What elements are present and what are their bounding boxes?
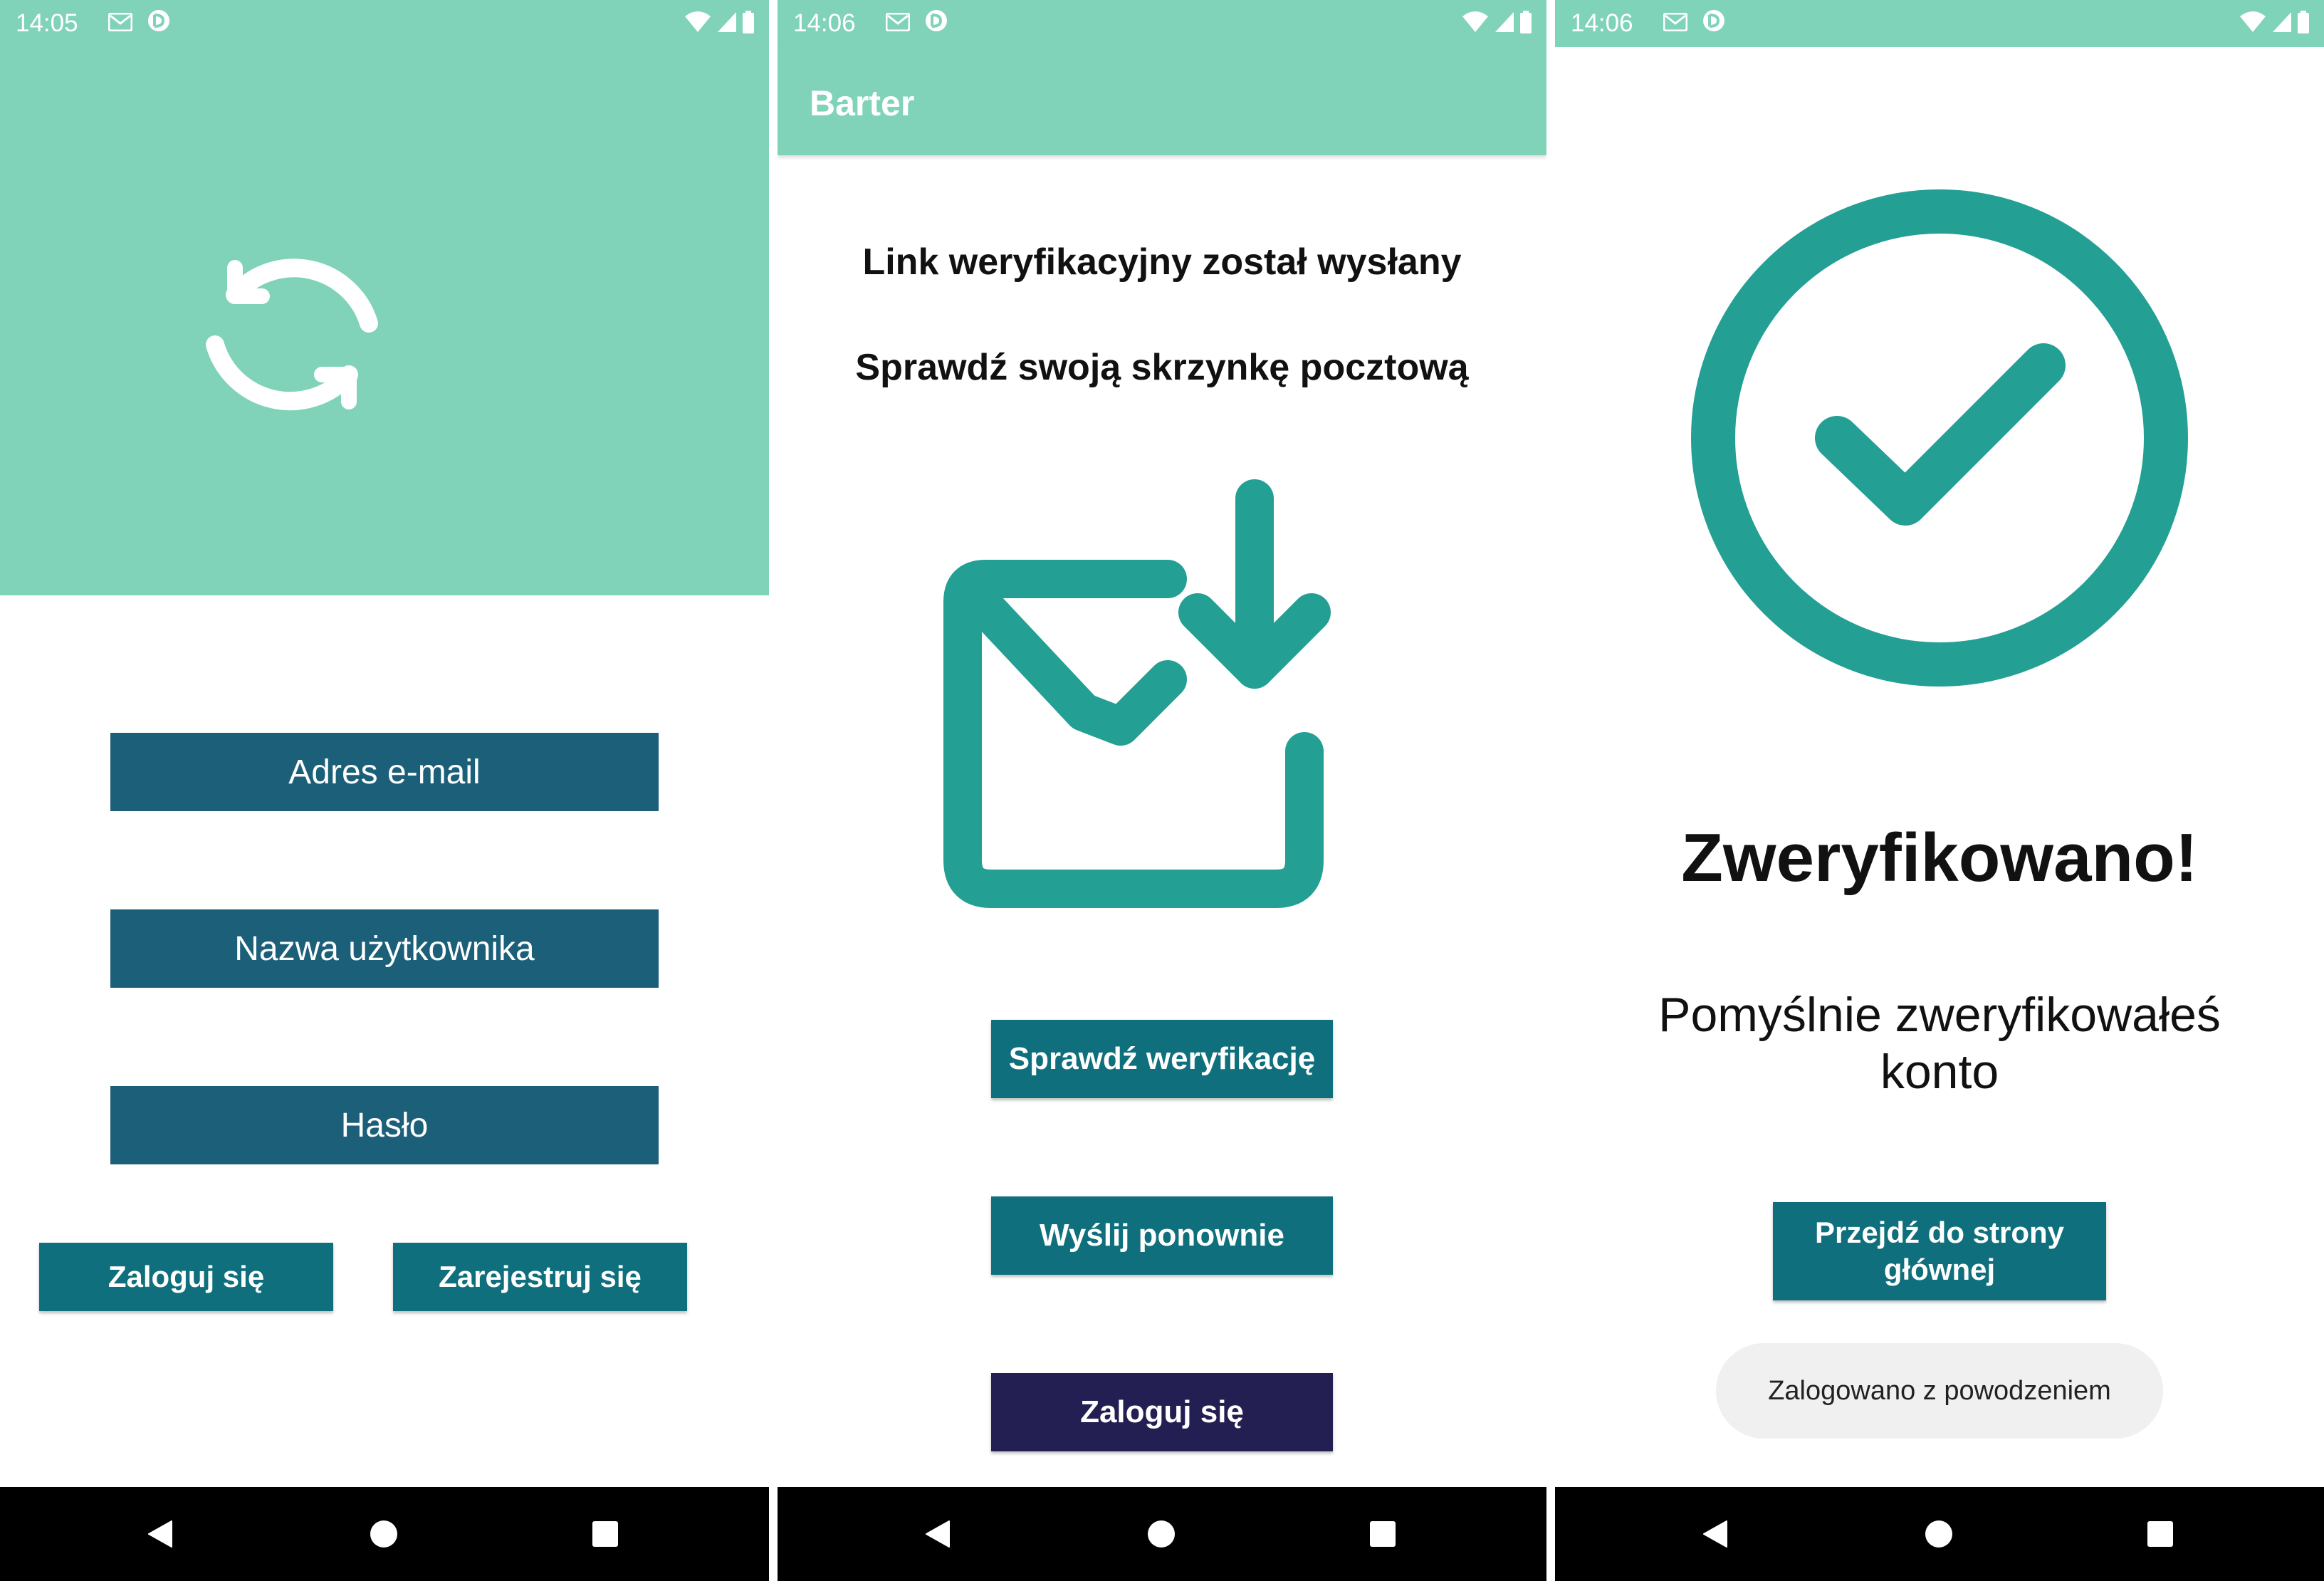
- verification-sent-screen: 14:06 Barter Link weryfikacyjny został w…: [778, 0, 1546, 1581]
- brand-logo: [199, 232, 591, 439]
- verified-screen: 14:06 Zweryfikowano! Pomyślnie zweryfiko…: [1555, 0, 2324, 1581]
- app-bar: Barter: [778, 47, 1546, 155]
- battery-icon: [742, 11, 755, 40]
- password-field[interactable]: Hasło: [110, 1086, 659, 1164]
- home-icon[interactable]: [370, 1520, 398, 1548]
- back-icon[interactable]: [923, 1520, 952, 1548]
- resend-button[interactable]: Wyślij ponownie: [991, 1196, 1333, 1275]
- status-icons: [684, 11, 755, 40]
- mail-download-icon: [943, 479, 1331, 908]
- app-notification-icon: [924, 9, 948, 39]
- app-notification-icon: [147, 9, 171, 39]
- recents-icon[interactable]: [1368, 1520, 1397, 1548]
- gmail-icon: [885, 9, 911, 38]
- status-bar: 14:05: [0, 0, 769, 47]
- status-bar: 14:06: [778, 0, 1546, 47]
- refresh-logo-icon: [206, 259, 378, 411]
- battery-icon: [1519, 11, 1532, 40]
- check-verification-button[interactable]: Sprawdź weryfikację: [991, 1020, 1333, 1098]
- check-inbox-message: Sprawdź swoją skrzynkę pocztową: [855, 347, 1469, 388]
- gmail-icon: [108, 9, 133, 38]
- signal-icon: [716, 11, 738, 40]
- status-bar: 14:06: [1555, 0, 2324, 47]
- hero-banner: [0, 47, 769, 595]
- navigation-bar: [778, 1487, 1546, 1581]
- status-time: 14:06: [1571, 9, 1633, 37]
- username-field[interactable]: Nazwa użytkownika: [110, 909, 659, 988]
- wifi-icon: [684, 11, 712, 40]
- status-icons: [2239, 11, 2310, 40]
- check-circle-icon: [1691, 189, 2188, 687]
- navigation-bar: [0, 1487, 769, 1581]
- recents-icon[interactable]: [591, 1520, 619, 1548]
- app-notification-icon: [1702, 9, 1726, 39]
- gmail-icon: [1663, 9, 1688, 38]
- success-description: Pomyślnie zweryfikowałeś konto: [1658, 988, 2221, 1099]
- wifi-icon: [2239, 11, 2267, 40]
- wifi-icon: [1461, 11, 1490, 40]
- login-button[interactable]: Zaloguj się: [39, 1243, 333, 1311]
- go-to-home-button[interactable]: Przejdź do strony głównej: [1773, 1202, 2106, 1300]
- signal-icon: [1494, 11, 1515, 40]
- home-icon[interactable]: [1925, 1520, 1953, 1548]
- back-icon[interactable]: [146, 1520, 174, 1548]
- login-button[interactable]: Zaloguj się: [991, 1373, 1333, 1451]
- status-time: 14:06: [793, 9, 856, 37]
- verification-sent-message: Link weryfikacyjny został wysłany: [862, 241, 1462, 283]
- register-button[interactable]: Zarejestruj się: [393, 1243, 687, 1311]
- recents-icon[interactable]: [2146, 1520, 2174, 1548]
- status-icons: [1461, 11, 1532, 40]
- email-field[interactable]: Adres e-mail: [110, 733, 659, 811]
- login-success-toast: Zalogowano z powodzeniem: [1716, 1343, 2163, 1439]
- signal-icon: [2271, 11, 2293, 40]
- home-icon[interactable]: [1147, 1520, 1176, 1548]
- app-bar-title: Barter: [810, 83, 915, 123]
- login-register-screen: 14:05 Adres e-mail Nazwa użytkownika Has…: [0, 0, 769, 1581]
- status-time: 14:05: [16, 9, 78, 37]
- battery-icon: [2297, 11, 2310, 40]
- navigation-bar: [1555, 1487, 2324, 1581]
- back-icon[interactable]: [1701, 1520, 1729, 1548]
- success-title: Zweryfikowano!: [1681, 820, 2198, 896]
